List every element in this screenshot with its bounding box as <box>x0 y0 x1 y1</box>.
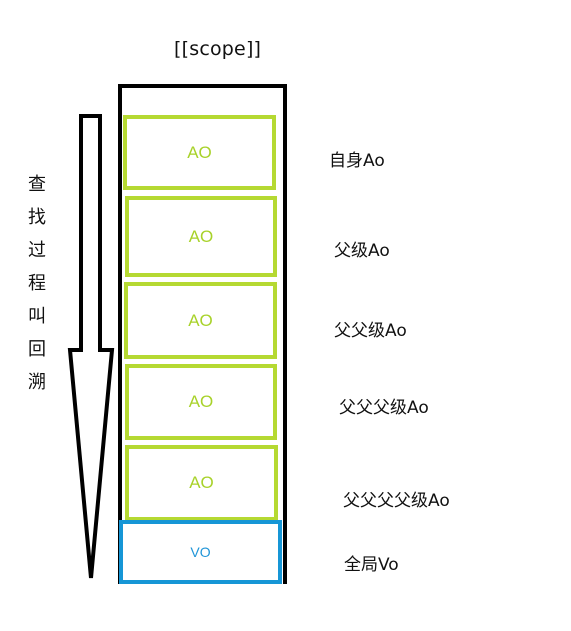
lookup-char: 查 <box>28 174 46 195</box>
side-label-great-grandparent: 父父父级Ao <box>339 398 429 418</box>
lookup-char: 溯 <box>28 372 46 393</box>
lookup-process-label: 查 找 过 程 叫 回 溯 <box>25 168 49 399</box>
side-label-self: 自身Ao <box>329 151 385 171</box>
side-label-great-great-grandparent: 父父父父级Ao <box>343 491 450 511</box>
ao-box-parent: AO <box>125 196 277 277</box>
ao-box-great-grandparent: AO <box>125 364 277 440</box>
ao-box-great-great-grandparent: AO <box>125 445 278 521</box>
side-label-grandparent: 父父级Ao <box>334 321 407 341</box>
lookup-char: 过 <box>28 240 46 261</box>
side-label-global: 全局Vo <box>344 555 399 575</box>
lookup-char: 找 <box>28 207 46 228</box>
vo-box-global: VO <box>119 520 282 584</box>
lookup-char: 叫 <box>28 306 46 327</box>
ao-box-self: AO <box>123 115 276 190</box>
side-label-parent: 父级Ao <box>334 241 390 261</box>
lookup-char: 程 <box>28 273 46 294</box>
lookup-char: 回 <box>28 339 46 360</box>
ao-box-grandparent: AO <box>124 282 277 359</box>
